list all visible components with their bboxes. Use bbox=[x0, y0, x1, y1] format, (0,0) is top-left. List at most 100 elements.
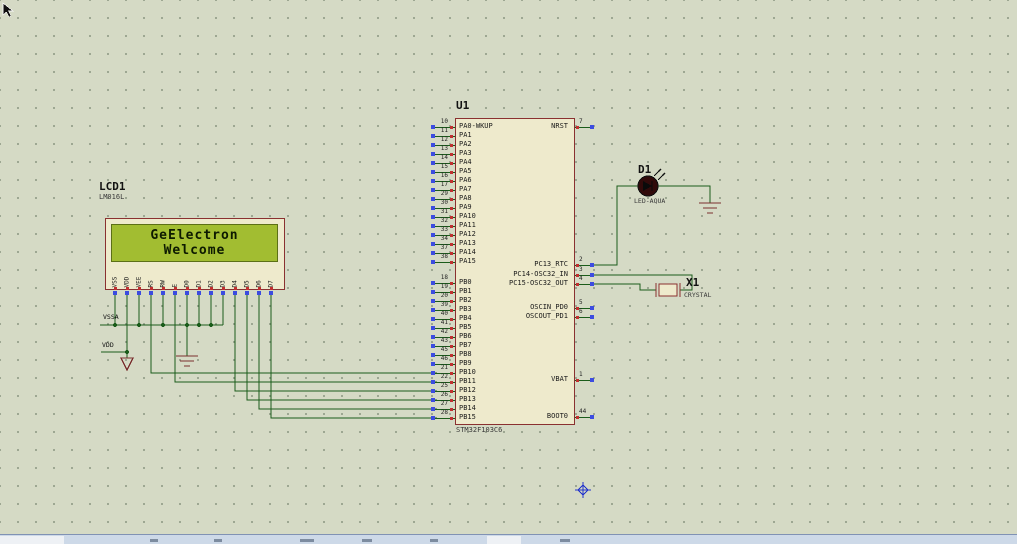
pin-origin-marker bbox=[450, 162, 453, 165]
net-label-vdd[interactable]: VDD bbox=[102, 342, 114, 349]
pin-name: NRST bbox=[551, 122, 568, 130]
pin-name: PA7 bbox=[459, 185, 472, 193]
lcd-ref-label[interactable]: LCD1 bbox=[99, 181, 126, 192]
pin-origin-marker bbox=[450, 198, 453, 201]
pin-name: VBAT bbox=[551, 375, 568, 383]
pin-origin-marker bbox=[576, 283, 579, 286]
pin-end-marker bbox=[137, 291, 141, 295]
mcu-part-label[interactable]: STM32F103C6 bbox=[456, 427, 502, 434]
pin-origin-marker bbox=[450, 261, 453, 264]
bottom-strip-dash bbox=[560, 539, 570, 542]
pin-end-marker bbox=[431, 416, 435, 420]
pin-origin-marker bbox=[576, 379, 579, 382]
wire[interactable] bbox=[174, 292, 437, 383]
power-terminal-arrow[interactable] bbox=[120, 357, 134, 372]
led-ref-label[interactable]: D1 bbox=[638, 164, 651, 175]
pin-name: PA13 bbox=[459, 239, 476, 247]
ground-symbol[interactable] bbox=[699, 202, 721, 214]
pin-origin-marker bbox=[450, 243, 453, 246]
pin-number: 14 bbox=[440, 154, 448, 161]
pin-origin-marker bbox=[576, 126, 579, 129]
pin-name: OSCIN_PD0 bbox=[530, 303, 568, 311]
origin-marker-icon bbox=[575, 482, 591, 498]
pin-origin-marker bbox=[450, 345, 453, 348]
lcd-screen: GeElectron Welcome bbox=[111, 224, 278, 262]
pin-name: PA11 bbox=[459, 221, 476, 229]
led-part-label[interactable]: LED-AQUA bbox=[634, 198, 665, 205]
pin-origin-marker bbox=[450, 318, 453, 321]
pin-name: PA2 bbox=[459, 140, 472, 148]
pin-origin-marker bbox=[246, 287, 249, 290]
pin-origin-marker bbox=[450, 336, 453, 339]
schematic-canvas[interactable]: LCD1 LM016L GeElectron Welcome U1 STM32F… bbox=[0, 0, 1017, 544]
pin-number: 30 bbox=[440, 199, 448, 206]
pin-origin-marker bbox=[450, 189, 453, 192]
pin-origin-marker bbox=[114, 287, 117, 290]
pin-number: 38 bbox=[440, 253, 448, 260]
pin-name: PB1 bbox=[459, 287, 472, 295]
pin-origin-marker bbox=[450, 216, 453, 219]
pin-end-marker bbox=[245, 291, 249, 295]
bottom-strip-dash bbox=[362, 539, 372, 542]
pin-origin-marker bbox=[450, 207, 453, 210]
pin-end-marker bbox=[149, 291, 153, 295]
crystal-ref-label[interactable]: X1 bbox=[686, 277, 699, 288]
pin-number: 28 bbox=[440, 409, 448, 416]
net-label-vssa[interactable]: VSSA bbox=[103, 314, 119, 321]
pin-name: BOOT0 bbox=[546, 412, 568, 420]
pin-origin-marker bbox=[450, 135, 453, 138]
pin-number: 19 bbox=[440, 283, 448, 290]
pin-number: 3 bbox=[579, 266, 583, 273]
lcd-screen-line2: Welcome bbox=[163, 243, 226, 258]
wire[interactable] bbox=[246, 292, 437, 401]
pin-origin-marker bbox=[450, 363, 453, 366]
pin-number: 44 bbox=[579, 408, 587, 415]
pin-number: 40 bbox=[440, 310, 448, 317]
pin-name: PA6 bbox=[459, 176, 472, 184]
junction-dots bbox=[112, 322, 214, 355]
pin-number: 39 bbox=[440, 301, 448, 308]
mcu-ref-label[interactable]: U1 bbox=[456, 100, 469, 111]
lcd-pin-label: D2 bbox=[207, 280, 215, 288]
bottom-windows-strip[interactable] bbox=[0, 534, 1017, 544]
pin-end-marker bbox=[590, 315, 594, 319]
pin-origin-marker bbox=[186, 287, 189, 290]
wire[interactable] bbox=[234, 292, 437, 392]
bottom-strip-segment bbox=[487, 536, 521, 544]
bottom-strip-dash bbox=[430, 539, 438, 542]
pin-origin-marker bbox=[450, 225, 453, 228]
bottom-strip-dash bbox=[300, 539, 314, 542]
pin-end-marker bbox=[233, 291, 237, 295]
ground-symbol[interactable] bbox=[176, 355, 198, 367]
pin-number: 17 bbox=[440, 181, 448, 188]
pin-name: PB12 bbox=[459, 386, 476, 394]
pin-origin-marker bbox=[450, 300, 453, 303]
crystal-symbol[interactable] bbox=[655, 283, 681, 297]
lcd-part-label[interactable]: LM016L bbox=[99, 194, 124, 201]
wire[interactable] bbox=[270, 292, 437, 419]
wire[interactable] bbox=[593, 185, 639, 266]
pin-origin-marker bbox=[126, 287, 129, 290]
wire[interactable] bbox=[593, 283, 656, 291]
pin-end-marker bbox=[209, 291, 213, 295]
lcd-pin-label: D6 bbox=[255, 280, 263, 288]
pin-origin-marker bbox=[222, 287, 225, 290]
pin-number: 41 bbox=[440, 319, 448, 326]
pin-number: 46 bbox=[440, 355, 448, 362]
bottom-strip-dash bbox=[214, 539, 222, 542]
pin-origin-marker bbox=[450, 126, 453, 129]
pin-origin-marker bbox=[450, 153, 453, 156]
pin-number: 11 bbox=[440, 127, 448, 134]
lcd-pin-label: D1 bbox=[195, 280, 203, 288]
pin-number: 1 bbox=[579, 371, 583, 378]
pin-name: PC15-OSC32_OUT bbox=[508, 279, 568, 287]
crystal-part-label[interactable]: CRYSTAL bbox=[684, 292, 711, 299]
pin-number: 43 bbox=[440, 337, 448, 344]
pin-origin-marker bbox=[198, 287, 201, 290]
pin-number: 33 bbox=[440, 226, 448, 233]
pin-number: 5 bbox=[579, 299, 583, 306]
lcd-pin-label: E bbox=[171, 283, 179, 288]
lcd-pin-label: D5 bbox=[243, 280, 251, 288]
pin-origin-marker bbox=[210, 287, 213, 290]
pin-end-marker bbox=[113, 291, 117, 295]
